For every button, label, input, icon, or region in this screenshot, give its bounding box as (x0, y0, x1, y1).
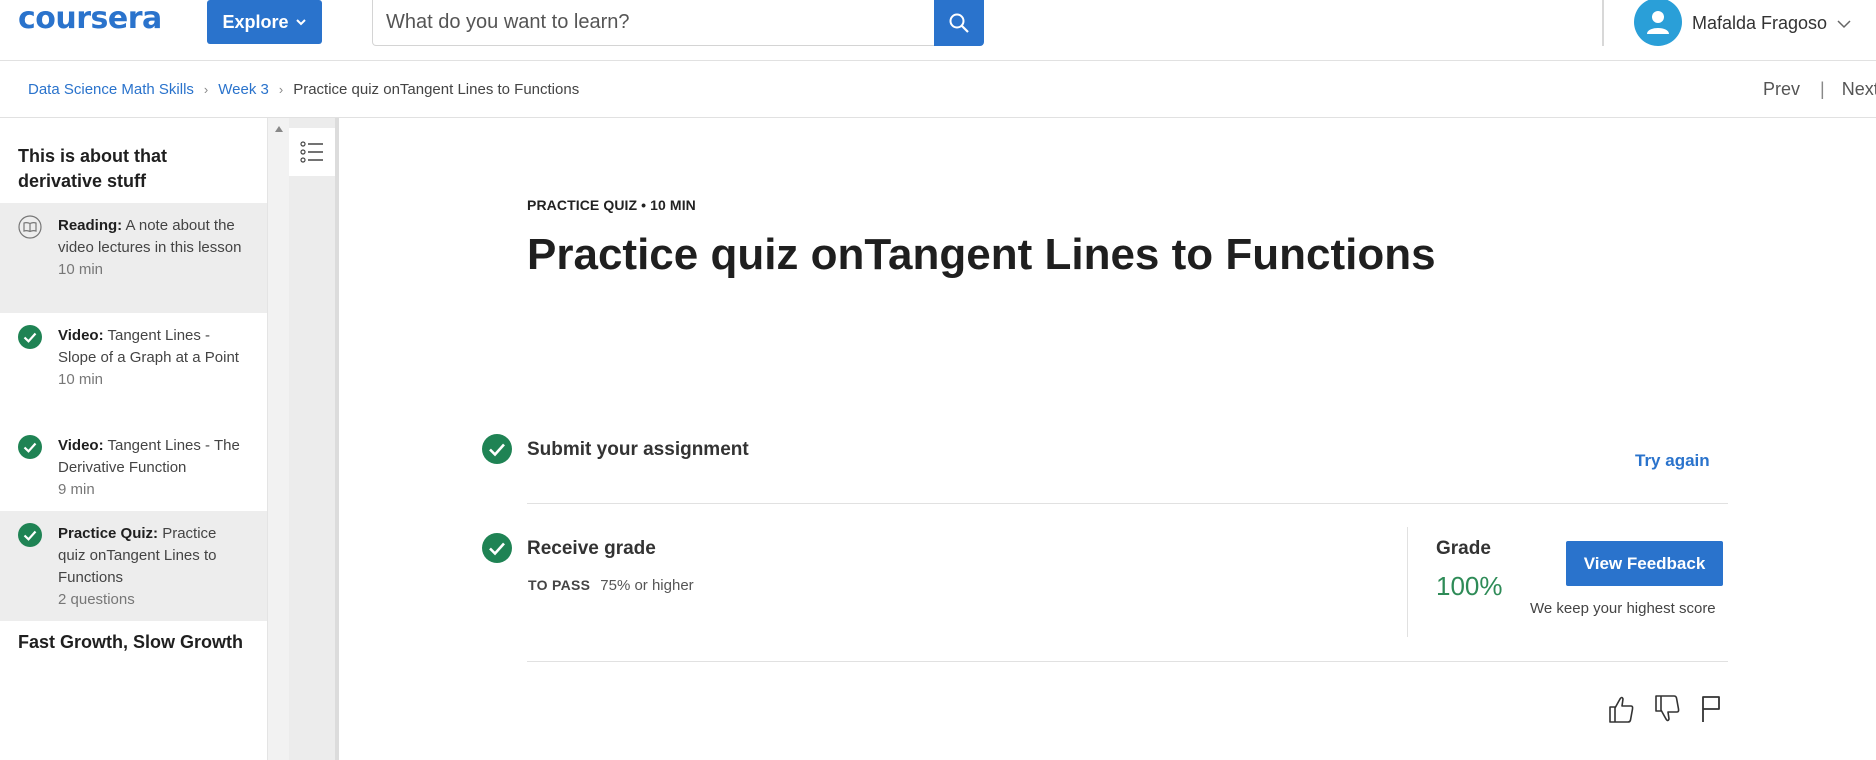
grade-divider (1407, 527, 1408, 637)
breadcrumb-course[interactable]: Data Science Math Skills (28, 81, 194, 98)
explore-button[interactable]: Explore (207, 0, 322, 44)
sidebar-item-reading[interactable]: Reading: A note about the video lectures… (0, 203, 267, 313)
sidebar-item-practice-quiz[interactable]: Practice Quiz: Practice quiz onTangent L… (0, 511, 267, 621)
item-type: Practice Quiz: (58, 525, 159, 542)
coursera-logo[interactable]: coursera (18, 0, 162, 36)
toc-toggle-button[interactable] (289, 128, 335, 176)
book-icon (18, 215, 42, 239)
sidebar-scrollbar[interactable] (267, 118, 289, 760)
item-duration: 10 min (58, 371, 104, 388)
avatar[interactable] (1634, 0, 1682, 46)
submit-assignment-label: Submit your assignment (527, 439, 749, 460)
item-duration: 2 questions (58, 591, 135, 608)
sidebar-item-video-1[interactable]: Video: Tangent Lines - Slope of a Graph … (0, 313, 267, 423)
search-input[interactable]: What do you want to learn? (372, 0, 935, 46)
prev-link[interactable]: Prev (1763, 79, 1800, 100)
check-circle-icon (18, 325, 42, 349)
to-pass-requirement: TO PASS 75% or higher (528, 577, 694, 594)
breadcrumb-current: Practice quiz onTangent Lines to Functio… (293, 81, 580, 98)
check-circle-icon (18, 435, 42, 459)
thumbs-down-icon[interactable] (1653, 694, 1681, 724)
item-type: Video: (58, 327, 104, 344)
highest-score-note: We keep your highest score (1530, 600, 1716, 617)
item-type: Reading: (58, 217, 123, 234)
try-again-button[interactable]: Try again (1635, 451, 1710, 471)
divider (527, 503, 1728, 504)
prev-next-nav: Prev | Next (1763, 61, 1876, 118)
breadcrumb-bar: Data Science Math Skills › Week 3 › Prac… (0, 61, 1876, 118)
view-feedback-button[interactable]: View Feedback (1566, 541, 1723, 586)
user-name[interactable]: Mafalda Fragoso (1692, 13, 1827, 34)
explore-label: Explore (222, 11, 289, 32)
sidebar-item-video-2[interactable]: Video: Tangent Lines - The Derivative Fu… (0, 423, 267, 511)
sidebar-section-title[interactable]: Fast Growth, Slow Growth (0, 630, 267, 655)
search-icon (949, 13, 969, 33)
search-button[interactable] (934, 0, 984, 46)
chevron-down-icon (295, 19, 306, 26)
top-header: coursera Explore What do you want to lea… (0, 0, 1876, 61)
thumbs-up-icon[interactable] (1607, 694, 1635, 724)
to-pass-key: TO PASS (528, 577, 591, 593)
user-menu[interactable]: Mafalda Fragoso (1634, 0, 1851, 46)
check-circle-icon (482, 533, 512, 563)
scroll-up-arrow-icon[interactable] (275, 126, 283, 132)
chevron-right-icon: › (203, 82, 209, 97)
header-divider (1602, 0, 1604, 46)
grade-value: 100% (1436, 571, 1503, 601)
nav-separator: | (1820, 79, 1825, 99)
toc-column (289, 118, 339, 760)
flag-icon[interactable] (1699, 694, 1727, 724)
breadcrumb: Data Science Math Skills › Week 3 › Prac… (28, 61, 579, 118)
list-icon (300, 141, 323, 163)
grade-label: Grade (1436, 538, 1491, 559)
next-link[interactable]: Next (1842, 79, 1876, 100)
check-circle-icon (482, 434, 512, 464)
sidebar-section-title: This is about that derivative stuff (18, 146, 168, 191)
breadcrumb-week[interactable]: Week 3 (218, 81, 269, 98)
divider (527, 661, 1728, 662)
page-title: Practice quiz onTangent Lines to Functio… (527, 230, 1436, 279)
item-duration: 9 min (58, 481, 95, 498)
receive-grade-label: Receive grade (527, 538, 656, 559)
chevron-down-icon[interactable] (1837, 13, 1851, 34)
quiz-meta: PRACTICE QUIZ • 10 MIN (527, 197, 696, 213)
item-duration: 10 min (58, 261, 104, 278)
feedback-icons (1607, 694, 1727, 724)
check-circle-icon (18, 523, 42, 547)
course-sidebar: This is about that derivative stuff Read… (0, 118, 267, 760)
user-icon (1647, 11, 1669, 34)
chevron-right-icon: › (278, 82, 284, 97)
to-pass-value: 75% or higher (600, 577, 694, 594)
item-type: Video: (58, 437, 104, 454)
